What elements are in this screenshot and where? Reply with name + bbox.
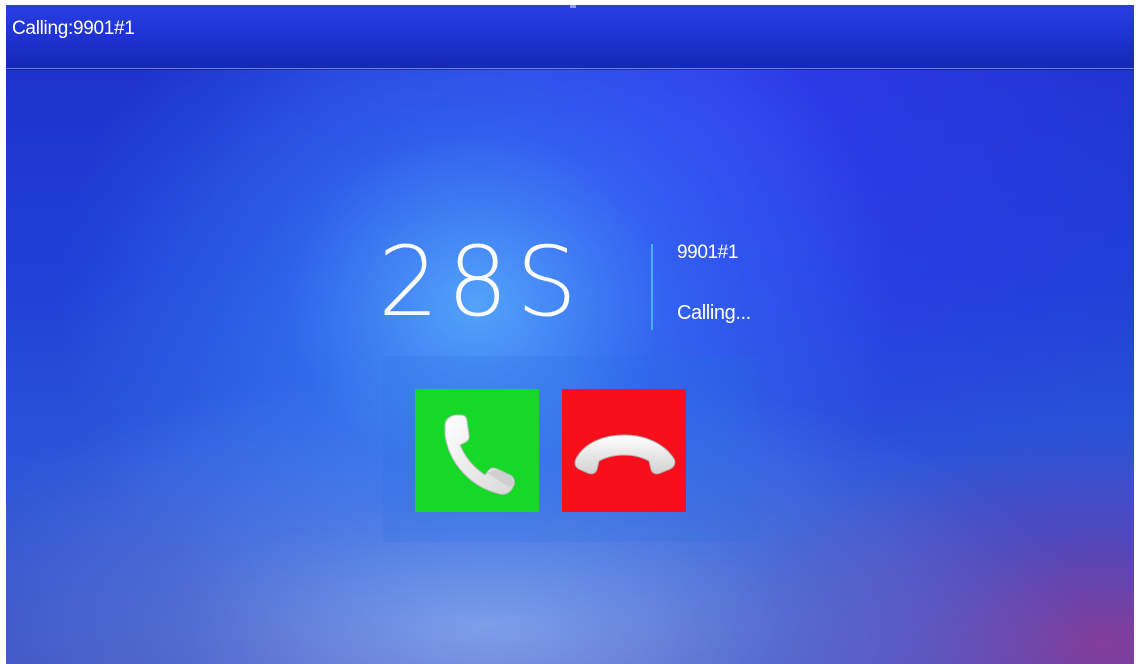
title-bar: Calling:9901#1 bbox=[6, 5, 1134, 69]
phone-hangup-icon bbox=[574, 434, 676, 475]
phone-answer-icon bbox=[444, 414, 515, 495]
title-bar-notch bbox=[570, 5, 576, 8]
answer-call-button[interactable] bbox=[415, 389, 539, 512]
hang-up-button[interactable] bbox=[562, 389, 686, 512]
window-title: Calling:9901#1 bbox=[12, 18, 135, 39]
caller-id: 9901#1 bbox=[677, 242, 739, 263]
call-status: Calling... bbox=[677, 302, 751, 324]
call-timer: 28S bbox=[378, 226, 586, 338]
divider bbox=[651, 244, 653, 330]
